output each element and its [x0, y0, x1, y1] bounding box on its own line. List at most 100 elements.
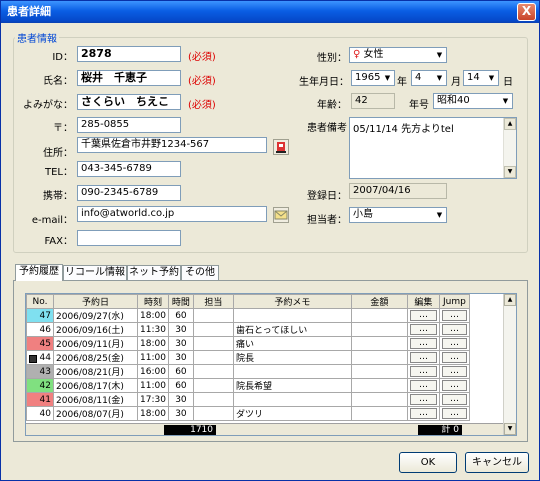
staff-select[interactable]: 小島 ▼ [349, 207, 447, 223]
total-amount: 計 0 [418, 425, 462, 435]
row-memo: 痛い [232, 336, 352, 351]
birth-year-select[interactable]: 1965 ▼ [351, 70, 395, 86]
row-edit-button[interactable]: … [409, 366, 437, 377]
id-required-note: (必須) [188, 52, 216, 63]
name-field[interactable]: 桜井 千恵子 [77, 70, 181, 86]
col-header-date[interactable]: 予約日 [53, 294, 138, 309]
row-duration: 60 [167, 364, 194, 379]
col-header-edit[interactable]: 編集 [406, 294, 440, 309]
row-staff [192, 336, 234, 351]
mobile-field[interactable]: 090-2345-6789 [77, 185, 181, 201]
row-edit-button[interactable]: … [409, 352, 437, 363]
row-no: 41 [26, 392, 54, 407]
row-edit-cell: … [406, 406, 440, 421]
gender-value: 女性 [363, 49, 384, 60]
row-no-text: 43 [39, 366, 51, 377]
row-date: 2006/08/17(木) [53, 378, 138, 393]
row-jump-button[interactable]: … [441, 380, 467, 391]
notes-scrollbar[interactable]: ▲ ▼ [503, 118, 516, 178]
cancel-button[interactable]: キャンセル [465, 452, 529, 473]
birth-day-select[interactable]: 14 ▼ [463, 70, 499, 86]
row-date: 2006/09/11(月) [53, 336, 138, 351]
row-jump-button[interactable]: … [441, 408, 467, 419]
row-date: 2006/09/16(土) [53, 322, 138, 337]
table-row[interactable]: 43 2006/08/21(月) 16:00 60…… [26, 364, 470, 379]
row-edit-cell: … [406, 364, 440, 379]
id-field[interactable]: 2878 [77, 46, 181, 62]
scroll-up-icon[interactable]: ▲ [504, 294, 516, 306]
row-date-text: 2006/09/27(水) [56, 312, 124, 322]
address-field[interactable]: 千葉県佐倉市井野1234-567 [77, 137, 267, 153]
row-edit-button[interactable]: … [409, 310, 437, 321]
row-jump-button[interactable]: … [441, 352, 467, 363]
table-row[interactable]: 40 2006/08/07(月) 18:00 30 ダツリ…… [26, 406, 470, 421]
col-header-amount[interactable]: 金額 [350, 294, 408, 309]
tab-reservation-history[interactable]: 予約履歴 [15, 264, 63, 281]
scroll-down-icon[interactable]: ▼ [504, 423, 516, 435]
zip-field[interactable]: 285-0855 [77, 117, 181, 133]
close-button[interactable]: X [517, 3, 536, 21]
table-row[interactable]: 45 2006/09/11(月) 18:00 30 痛い…… [26, 336, 470, 351]
row-jump-button[interactable]: … [441, 338, 467, 349]
row-jump-button[interactable]: … [441, 394, 467, 405]
notes-textarea[interactable]: 05/11/14 先方よりtel ▲ ▼ [349, 117, 517, 179]
address-lookup-button[interactable] [273, 139, 289, 155]
col-header-time[interactable]: 時刻 [137, 294, 169, 309]
fax-field[interactable] [77, 230, 181, 246]
col-header-jump[interactable]: Jump [438, 294, 470, 309]
scroll-up-icon[interactable]: ▲ [504, 118, 516, 130]
row-edit-button[interactable]: … [409, 394, 437, 405]
title-bar[interactable]: 患者詳細 X [1, 1, 539, 23]
row-staff [192, 392, 234, 407]
row-jump-button[interactable]: … [441, 324, 467, 335]
email-field[interactable]: info@atworld.co.jp [77, 206, 267, 222]
tel-field[interactable]: 043-345-6789 [77, 161, 181, 177]
row-duration-text: 60 [175, 366, 187, 377]
row-edit-button[interactable]: … [409, 408, 437, 419]
era-label: 年号 [409, 100, 429, 111]
chevron-down-icon: ▼ [432, 48, 446, 62]
table-row[interactable]: 41 2006/08/11(金) 17:30 30…… [26, 392, 470, 407]
ok-button[interactable]: OK [399, 452, 457, 473]
gender-select[interactable]: ♀ 女性 ▼ [349, 47, 447, 63]
table-row[interactable]: 47 2006/09/27(水) 18:00 60…… [26, 308, 470, 323]
col-header-no[interactable]: No. [26, 294, 54, 309]
tab-net-reservation[interactable]: ネット予約 [127, 265, 181, 280]
row-time: 11:00 [137, 378, 169, 393]
row-duration: 60 [167, 378, 194, 393]
row-staff [192, 364, 234, 379]
table-row[interactable]: 42 2006/08/17(木) 11:00 60 院長希望…… [26, 378, 470, 393]
row-no-text: 46 [39, 324, 51, 335]
row-edit-button[interactable]: … [409, 380, 437, 391]
grid-scrollbar[interactable]: ▲ ▼ [503, 294, 516, 435]
row-duration-text: 30 [175, 352, 187, 363]
era-value: 昭和40 [437, 95, 470, 106]
tab-other[interactable]: その他 [181, 265, 219, 280]
table-row[interactable]: 44 2006/08/25(金) 11:00 30 院長…… [26, 350, 470, 365]
row-date-text: 2006/08/07(月) [56, 410, 124, 420]
window-title: 患者詳細 [7, 5, 51, 18]
col-header-staff[interactable]: 担当 [192, 294, 234, 309]
row-jump-button[interactable]: … [441, 310, 467, 321]
kana-field[interactable]: さくらい ちえこ [77, 94, 181, 110]
send-email-button[interactable] [273, 207, 289, 223]
table-row[interactable]: 46 2006/09/16(土) 11:30 30 歯石とってほしい…… [26, 322, 470, 337]
col-header-duration[interactable]: 時間 [167, 294, 194, 309]
scroll-down-icon[interactable]: ▼ [504, 166, 516, 178]
birth-month-select[interactable]: 4 ▼ [411, 70, 447, 86]
row-no: 45 [26, 336, 54, 351]
row-memo: 院長希望 [232, 378, 352, 393]
row-time: 18:00 [137, 308, 169, 323]
era-select[interactable]: 昭和40 ▼ [433, 93, 513, 109]
row-edit-button[interactable]: … [409, 338, 437, 349]
building-icon [276, 142, 286, 153]
row-memo [232, 308, 352, 323]
row-memo-text: 院長希望 [235, 382, 272, 392]
chevron-down-icon: ▼ [380, 71, 394, 85]
col-header-memo[interactable]: 予約メモ [232, 294, 352, 309]
tab-recall-info[interactable]: リコール情報 [63, 265, 127, 280]
row-duration: 30 [167, 322, 194, 337]
row-jump-button[interactable]: … [441, 366, 467, 377]
row-jump-cell: … [438, 308, 470, 323]
row-edit-button[interactable]: … [409, 324, 437, 335]
